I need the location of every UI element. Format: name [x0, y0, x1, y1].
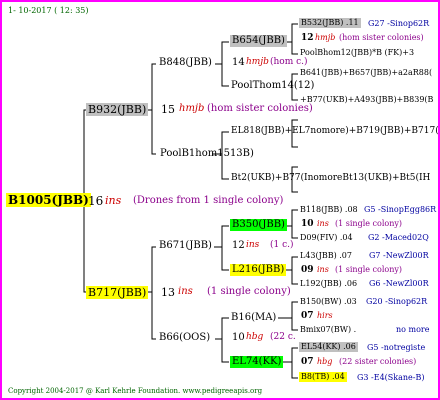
g4-r7-generation: 10 — [301, 219, 314, 229]
parent-upper-note: (hom sister colonies) — [207, 103, 313, 114]
g3-el74[interactable]: EL74(KK) — [230, 356, 284, 368]
parent-lower-note: (1 single colony) — [207, 286, 291, 297]
g4-r10-breed: ins — [317, 265, 329, 274]
g4-r2-breed: hmjb — [315, 33, 336, 42]
gp-b66-note: (22 c. — [270, 332, 296, 342]
gp-b671-note: (1 c.) — [270, 240, 294, 250]
g4-r3[interactable]: PoolBhom12(JBB)*B (FK)+3 — [300, 49, 414, 57]
parent-upper-generation: 15 — [161, 103, 175, 116]
parent-upper-box[interactable]: B932(JBB) — [86, 103, 149, 116]
g3-b350[interactable]: B350(JBB) — [230, 219, 287, 231]
root-breed: ins — [105, 194, 122, 207]
g4-r12[interactable]: B150(BW) .03 — [300, 298, 357, 306]
pedigree-frame: 1- 10-2017 ( 12: 35) B1005(JBB) 16 ins (… — [0, 0, 440, 400]
g4-r10-note: (1 single colony) — [335, 265, 402, 274]
gp-b671-breed: ins — [246, 240, 260, 250]
gp-b66-generation: 10 — [232, 332, 245, 343]
footer-copyright: Copyright 2004-2017 @ Karl Kehrle Founda… — [8, 387, 263, 395]
g4-r6[interactable]: B118(JBB) .08 — [300, 206, 358, 214]
g4-r16-generation: 07 — [301, 357, 314, 367]
g4-r2-generation: 12 — [301, 33, 314, 43]
gp-b848-generation: 14 — [232, 57, 245, 68]
parent-lower-box[interactable]: B717(JBB) — [86, 286, 149, 299]
g3-l216[interactable]: L216(JBB) — [230, 264, 287, 276]
root-generation: 16 — [88, 194, 104, 208]
parent-upper-breed: hmjb — [179, 103, 205, 114]
g4-r11-info: G6 -NewZl00R — [369, 279, 429, 288]
g4-r16-note: (22 sister colonies) — [339, 357, 417, 366]
root-note: (Drones from 1 single colony) — [133, 195, 284, 206]
g4-r5[interactable]: +B77(UKB)+A493(JBB)+B839(B — [300, 96, 433, 104]
g4-r13-generation: 07 — [301, 311, 314, 321]
g4-r4[interactable]: B641(JBB)+B657(JBB)+a2aR88( — [300, 69, 432, 77]
parent-upper-pool[interactable]: PoolB1hom1513B) — [160, 149, 254, 159]
parent-lower-generation: 13 — [161, 286, 175, 299]
g4-r6-info: G5 -SinopEgg86R — [364, 205, 437, 214]
g4-r14[interactable]: Bmix07(BW) . — [300, 326, 356, 334]
g3-b16[interactable]: B16(MA) — [231, 313, 276, 323]
g4-r15-info: G5 -notregiste — [367, 343, 426, 352]
gp-b66-breed: hbg — [246, 332, 264, 342]
g4-r11[interactable]: L192(JBB) .06 — [300, 280, 357, 288]
g4-r7-breed: ins — [317, 219, 329, 228]
g4-r8[interactable]: D09(FIV) .04 — [300, 234, 353, 242]
g3-bt2[interactable]: Bt2(UKB)+B77(InomoreBt13(UKB)+Bt5(IH — [231, 174, 430, 183]
gp-b671[interactable]: B671(JBB) — [159, 241, 212, 251]
g4-r1[interactable]: B532(JBB) .11 — [299, 18, 361, 28]
g4-r8-info: G2 -Maced02Q — [368, 233, 429, 242]
gp-b848-note: (hom c.) — [270, 57, 308, 67]
gp-b671-generation: 12 — [232, 240, 245, 251]
parent-lower-breed: ins — [178, 286, 193, 297]
g4-r1-info: G27 -Sinop62R — [368, 19, 430, 28]
g4-r2-note: (hom sister colonies) — [339, 33, 424, 42]
g4-r7-note: (1 single colony) — [335, 219, 402, 228]
g3-el818[interactable]: EL818(JBB)+EL7nomore)+B719(JBB)+B717(J — [231, 127, 438, 136]
root-drone-box[interactable]: B1005(JBB) — [6, 193, 91, 207]
header-date: 1- 10-2017 ( 12: 35) — [8, 6, 89, 15]
g4-r14-info: no more — [396, 325, 430, 334]
gp-b848[interactable]: B848(JBB) — [159, 58, 212, 68]
g4-r12-info: G20 -Sinop62R — [366, 297, 428, 306]
g3-b654[interactable]: B654(JBB) — [230, 35, 287, 47]
g4-r13-breed: hirs — [317, 311, 333, 320]
g4-r16-breed: hbg — [317, 357, 333, 366]
g4-r10-generation: 09 — [301, 265, 314, 275]
g4-r15[interactable]: EL54(KK) .06 — [299, 342, 358, 352]
g4-r9-info: G7 -NewZl00R — [369, 251, 429, 260]
g4-r9[interactable]: L43(JBB) .07 — [300, 252, 352, 260]
g4-r17[interactable]: B8(TB) .04 — [299, 372, 347, 382]
gp-b848-breed: hmjb — [246, 57, 269, 67]
gp-b66[interactable]: B66(OOS) — [159, 333, 210, 343]
g3-poolthom[interactable]: PoolThom14(12) — [231, 81, 314, 91]
g4-r17-info: G3 -E4(Skane-B) — [357, 373, 425, 382]
